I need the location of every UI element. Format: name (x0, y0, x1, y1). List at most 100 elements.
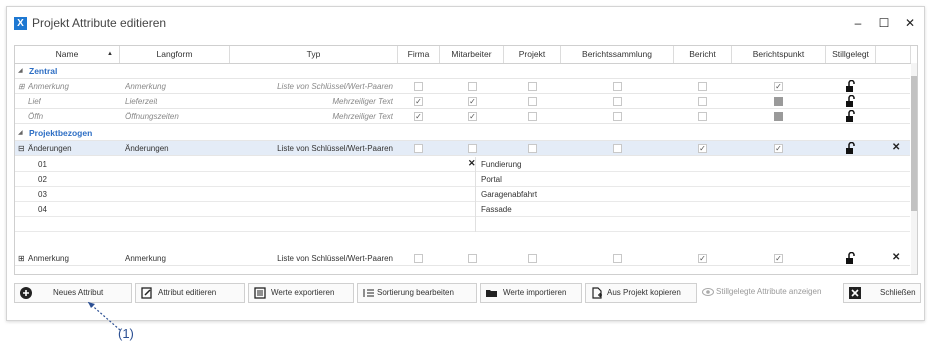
checkbox-firma[interactable] (414, 254, 423, 263)
column-header-name[interactable]: Name ▲ (15, 46, 120, 63)
cell-langform: Anmerkung (125, 254, 166, 263)
column-header-mitarbeiter[interactable]: Mitarbeiter (440, 46, 504, 63)
checkbox-bericht[interactable] (698, 82, 707, 91)
checkbox-projekt[interactable] (528, 82, 537, 91)
checkbox-berichtssammlung[interactable] (613, 254, 622, 263)
checkbox-projekt[interactable] (528, 112, 537, 121)
expand-icon[interactable]: ⊞ (18, 79, 25, 94)
cell-langform: Anmerkung (125, 82, 166, 91)
checkbox-berichtssammlung[interactable] (613, 144, 622, 153)
checkbox-berichtssammlung[interactable] (613, 82, 622, 91)
cell-typ: Liste von Schlüssel/Wert-Paaren (277, 144, 393, 153)
export-values-button[interactable]: Werte exportieren (248, 283, 354, 303)
sort-asc-icon: ▲ (107, 51, 113, 57)
checkbox-mitarbeiter[interactable] (468, 97, 477, 106)
checkbox-mitarbeiter[interactable] (468, 112, 477, 121)
export-icon (254, 287, 266, 299)
table-row-selected[interactable]: ⊟ Änderungen Änderungen Liste von Schlüs… (15, 141, 910, 156)
cell-name: Anmerkung (28, 254, 69, 263)
column-header-stillgelegt[interactable]: Stillgelegt (826, 46, 876, 63)
table-row[interactable]: ⊞ Anmerkung Anmerkung Liste von Schlüsse… (15, 79, 910, 94)
checkbox-bericht[interactable] (698, 144, 707, 153)
copy-document-icon (592, 287, 602, 299)
key-value-new-row[interactable] (15, 217, 910, 232)
lock-open-icon[interactable] (846, 252, 856, 265)
column-header-projekt[interactable]: Projekt (504, 46, 561, 63)
column-header-typ[interactable]: Typ (230, 46, 398, 63)
kv-key: 01 (38, 160, 47, 169)
column-header-berichtspunkt[interactable]: Berichtspunkt (732, 46, 826, 63)
cell-langform: Öffnungszeiten (125, 112, 179, 121)
show-retired-attributes-button[interactable]: Stillgelegte Attribute anzeigen (700, 283, 840, 303)
table-row[interactable]: Öffn Öffnungszeiten Mehrzeiliger Text (15, 109, 910, 124)
checkbox-berichtssammlung[interactable] (613, 97, 622, 106)
maximize-button[interactable]: ☐ (875, 15, 893, 31)
group-row-zentral[interactable]: ◢ Zentral (15, 64, 910, 79)
checkbox-berichtspunkt[interactable] (774, 254, 783, 263)
checkbox-projekt[interactable] (528, 254, 537, 263)
checkbox-bericht[interactable] (698, 112, 707, 121)
collapse-icon[interactable]: ⊟ (18, 141, 25, 156)
attribute-grid: Name ▲ Langform Typ Firma Mitarbeiter Pr… (14, 45, 918, 275)
lock-open-icon[interactable] (846, 80, 856, 93)
key-value-row[interactable]: 01 ✕ Fundierung (15, 157, 910, 172)
group-collapse-icon[interactable]: ◢ (18, 129, 23, 136)
eye-icon (702, 288, 714, 296)
key-value-row[interactable]: 03 Garagenabfahrt (15, 187, 910, 202)
checkbox-firma[interactable] (414, 144, 423, 153)
group-collapse-icon[interactable]: ◢ (18, 67, 23, 74)
checkbox-berichtspunkt[interactable] (774, 82, 783, 91)
kv-key: 02 (38, 175, 47, 184)
checkbox-firma[interactable] (414, 82, 423, 91)
lock-open-icon[interactable] (846, 142, 856, 155)
edit-attribute-button[interactable]: Attribut editieren (135, 283, 245, 303)
checkbox-projekt[interactable] (528, 144, 537, 153)
key-value-row[interactable]: 02 Portal (15, 172, 910, 187)
column-header-firma[interactable]: Firma (398, 46, 440, 63)
copy-from-project-button[interactable]: Aus Projekt kopieren (585, 283, 697, 303)
scrollbar-thumb[interactable] (911, 76, 917, 211)
delete-icon[interactable]: ✕ (892, 142, 900, 153)
checkbox-bericht[interactable] (698, 254, 707, 263)
close-button[interactable]: ✕ (901, 15, 919, 31)
checkbox-mitarbeiter[interactable] (468, 82, 477, 91)
key-value-row[interactable]: 04 Fassade (15, 202, 910, 217)
title-bar[interactable]: X Projekt Attribute editieren – ☐ ✕ (7, 7, 924, 37)
cell-typ: Mehrzeiliger Text (332, 97, 393, 106)
kv-value: Fundierung (481, 160, 522, 169)
edit-sorting-button[interactable]: Sortierung bearbeiten (357, 283, 477, 303)
checkbox-berichtspunkt (774, 112, 783, 121)
grid-header: Name ▲ Langform Typ Firma Mitarbeiter Pr… (15, 46, 917, 64)
column-divider (475, 187, 476, 202)
column-divider (475, 157, 476, 172)
kv-key: 03 (38, 190, 47, 199)
annotation-label: (1) (118, 326, 134, 341)
checkbox-berichtspunkt[interactable] (774, 144, 783, 153)
group-row-projektbezogen[interactable]: ◢ Projektbezogen (15, 126, 910, 141)
bottom-toolbar: Neues Attribut Attribut editieren Werte … (14, 283, 924, 305)
close-dialog-button[interactable]: Schließen (843, 283, 921, 303)
table-row[interactable]: ⊞ Anmerkung Anmerkung Liste von Schlüsse… (15, 251, 910, 266)
checkbox-projekt[interactable] (528, 97, 537, 106)
expand-icon[interactable]: ⊞ (18, 251, 25, 266)
checkbox-bericht[interactable] (698, 97, 707, 106)
column-header-langform[interactable]: Langform (120, 46, 230, 63)
cell-typ: Liste von Schlüssel/Wert-Paaren (277, 254, 393, 263)
delete-icon[interactable]: ✕ (892, 252, 900, 263)
checkbox-firma[interactable] (414, 112, 423, 121)
table-row[interactable]: Lief Lieferzeit Mehrzeiliger Text (15, 94, 910, 109)
column-header-berichtssammlung[interactable]: Berichtssammlung (561, 46, 674, 63)
import-values-button[interactable]: Werte importieren (480, 283, 582, 303)
checkbox-mitarbeiter[interactable] (468, 254, 477, 263)
lock-open-icon[interactable] (846, 95, 856, 108)
checkbox-mitarbeiter[interactable] (468, 144, 477, 153)
checkbox-berichtspunkt (774, 97, 783, 106)
minimize-button[interactable]: – (849, 15, 867, 31)
group-label: Zentral (29, 66, 58, 76)
checkbox-berichtssammlung[interactable] (613, 112, 622, 121)
column-divider (475, 172, 476, 187)
lock-open-icon[interactable] (846, 110, 856, 123)
add-circle-icon (20, 287, 32, 299)
checkbox-firma[interactable] (414, 97, 423, 106)
column-header-bericht[interactable]: Bericht (674, 46, 732, 63)
